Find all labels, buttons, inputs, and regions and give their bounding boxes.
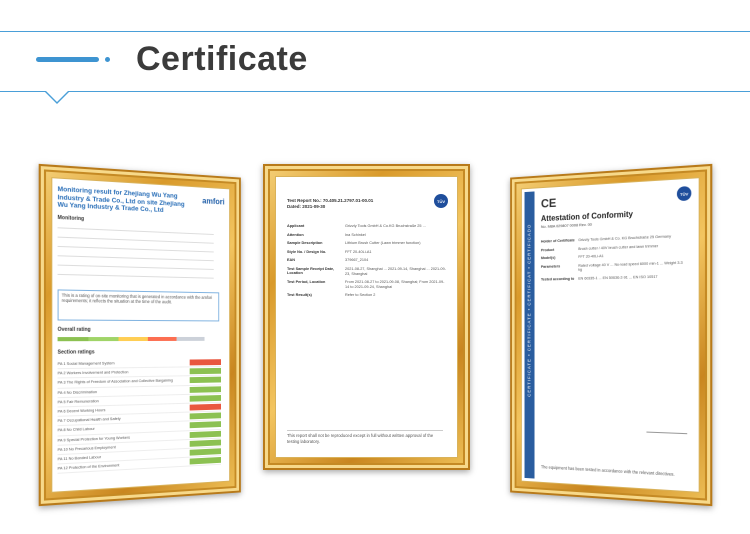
certificate-frame-attestation[interactable]: CERTIFICATE • CERTIFICATE • CERTIFICAT •…	[510, 163, 713, 507]
table-row: Applicant Grizzly Tools GmbH & Co.KG Bruc…	[287, 224, 447, 229]
report-table: Applicant Grizzly Tools GmbH & Co.KG Bruc…	[287, 224, 447, 302]
section-rating-label: PA 2 Workers Involvement and Protection	[57, 370, 129, 376]
row-value: From 2021-08-27 to 2021-09-08, Shanghai;…	[345, 280, 445, 289]
row-value: 379667_2104	[345, 258, 369, 263]
table-row: Tested according to EN 60335-1 ... EN 506…	[541, 274, 687, 282]
row-key: Test Sample Receipt Date, Location	[287, 266, 335, 275]
rating-segment	[88, 337, 119, 342]
table-row: Style No. / Design No. FFT 20-40Li-A1	[287, 250, 447, 255]
section-rating-badge	[189, 368, 222, 375]
table-row: Attention Ina Schinkel	[287, 233, 447, 238]
overall-rating-label: Overall rating	[57, 326, 91, 333]
monitoring-label: Monitoring	[57, 214, 85, 223]
section-rating-badge	[189, 359, 222, 366]
row-value: Grizzly Tools GmbH & Co.KG Bruchstraße 2…	[345, 224, 426, 228]
row-key: Model(s)	[540, 255, 556, 261]
section-rating-label: PA 5 Fair Remuneration	[57, 399, 99, 405]
table-row: Sample Description Lithium Brush Cutter (…	[287, 241, 447, 246]
section-rating-badge	[189, 377, 222, 384]
row-value: Grizzly Tools GmbH & Co. KG Bruchstraße …	[578, 234, 671, 243]
row-value: Ina Schinkel	[345, 232, 366, 237]
certificate-attestation: CERTIFICATE • CERTIFICATE • CERTIFICAT •…	[520, 177, 700, 493]
rating-segment	[118, 336, 148, 342]
section-rating-badge	[189, 403, 222, 411]
table-row: Parameters Rated voltage 40 V ... No-load…	[541, 260, 687, 273]
attestation-table: Holder of Certificate Grizzly Tools GmbH …	[541, 234, 687, 286]
row-value: Lithium Brush Cutter (Lawn trimmer funct…	[345, 241, 421, 246]
table-row: Test Result(s) Refer to Section 2	[287, 293, 447, 298]
overall-rating-bar	[57, 336, 205, 342]
attestation-number: No. M8A 029807 0008 Rev. 00	[540, 221, 592, 229]
section-ratings-label: Section ratings	[57, 349, 95, 356]
row-key: Style No. / Design No.	[287, 249, 327, 254]
monitoring-details	[57, 223, 214, 282]
row-key: Tested according to	[540, 276, 575, 282]
ce-mark-icon: CE	[540, 195, 557, 211]
section-rating-label: PA 4 No Discrimination	[57, 389, 98, 395]
row-key: Parameters	[540, 264, 561, 269]
certificate-frame-amfori[interactable]: Monitoring result for Zhejiang Wu Yang I…	[38, 163, 241, 507]
row-key: Holder of Certificate	[540, 238, 575, 244]
table-row: Product Brush cutter / 40V brush cutter a…	[541, 243, 687, 253]
certificate-frame-test-report[interactable]: Test Report No.: 70.405.21.2797.01-00.01…	[263, 164, 470, 470]
section-rating-badge	[189, 430, 222, 438]
report-date: Dated: 2021-09-30	[287, 204, 326, 209]
report-footer: This report shall not be reproduced exce…	[287, 430, 443, 444]
section-rating-label: PA 3 The Rights of Freedom of Associatio…	[57, 378, 173, 386]
certificate-test-report: Test Report No.: 70.405.21.2797.01-00.01…	[275, 176, 458, 458]
certificate-side-band: CERTIFICATE • CERTIFICATE • CERTIFICAT •…	[524, 191, 535, 479]
table-row: Test Sample Receipt Date, Location 2021-0…	[287, 267, 447, 276]
row-value: Brush cutter / 40V brush cutter and lawn…	[578, 243, 659, 251]
row-value: FFT 20-40Li-A1	[578, 254, 604, 260]
table-row: EAN 379667_2104	[287, 258, 447, 263]
section-rating-badge	[189, 385, 222, 393]
amfori-logo: amfori	[202, 196, 225, 207]
accent-dash	[36, 57, 99, 62]
row-key: Product	[540, 247, 555, 252]
table-row: Model(s) FFT 20-40Li-A1	[541, 251, 687, 260]
row-value: 2021-08-27, Shanghai ... 2021-09-14, Sha…	[345, 266, 446, 276]
row-value: EN 60335-1 ... EN 50636-2-91 ... EN ISO …	[578, 274, 658, 281]
amfori-note: This is a rating of on-site monitoring t…	[57, 289, 220, 322]
tuv-logo-icon: TÜV	[434, 194, 448, 208]
signature	[646, 421, 688, 435]
rating-segment	[57, 337, 89, 342]
rating-segment	[147, 336, 177, 341]
row-key: Sample Description	[287, 241, 323, 246]
bottom-divider	[0, 91, 750, 92]
row-value: FFT 20-40Li-A1	[345, 249, 372, 254]
section-rating-badge	[189, 439, 222, 447]
report-heading: Test Report No.: 70.405.21.2797.01-00.01…	[287, 198, 373, 210]
side-band-text: CERTIFICATE • CERTIFICATE • CERTIFICAT •…	[526, 223, 532, 397]
row-key: Test Result(s)	[287, 293, 312, 298]
row-value: Rated voltage 40 V ... No-load speed 600…	[578, 260, 683, 273]
amfori-heading: Monitoring result for Zhejiang Wu Yang I…	[57, 185, 185, 214]
table-row: Test Period, Location From 2021-08-27 to …	[287, 280, 447, 289]
attestation-footer: The equipment has been tested in accorda…	[540, 463, 675, 477]
tuv-logo-icon: TÜV	[676, 185, 692, 202]
section-rating-label: PA 1 Social Management System	[57, 361, 115, 367]
row-key: EAN	[287, 258, 296, 263]
row-key: Applicant	[287, 224, 305, 228]
top-divider	[0, 31, 750, 32]
section-rating-badge	[189, 448, 222, 456]
row-key: Test Period, Location	[287, 280, 326, 285]
section-rating-badge	[189, 421, 222, 429]
accent-dot	[105, 57, 110, 62]
section-rating-badge	[189, 457, 222, 465]
section-rating-badge	[189, 412, 222, 420]
row-value: Refer to Section 2	[345, 293, 376, 298]
section-ratings-list: PA 1 Social Management System PA 2 Worker…	[57, 358, 222, 475]
certificate-amfori: Monitoring result for Zhejiang Wu Yang I…	[51, 177, 231, 493]
rating-segment	[176, 336, 205, 341]
page-title: Certificate	[136, 40, 308, 78]
row-key: Attention	[287, 232, 304, 237]
page-header: Certificate	[0, 0, 750, 104]
section-rating-badge	[189, 394, 222, 402]
